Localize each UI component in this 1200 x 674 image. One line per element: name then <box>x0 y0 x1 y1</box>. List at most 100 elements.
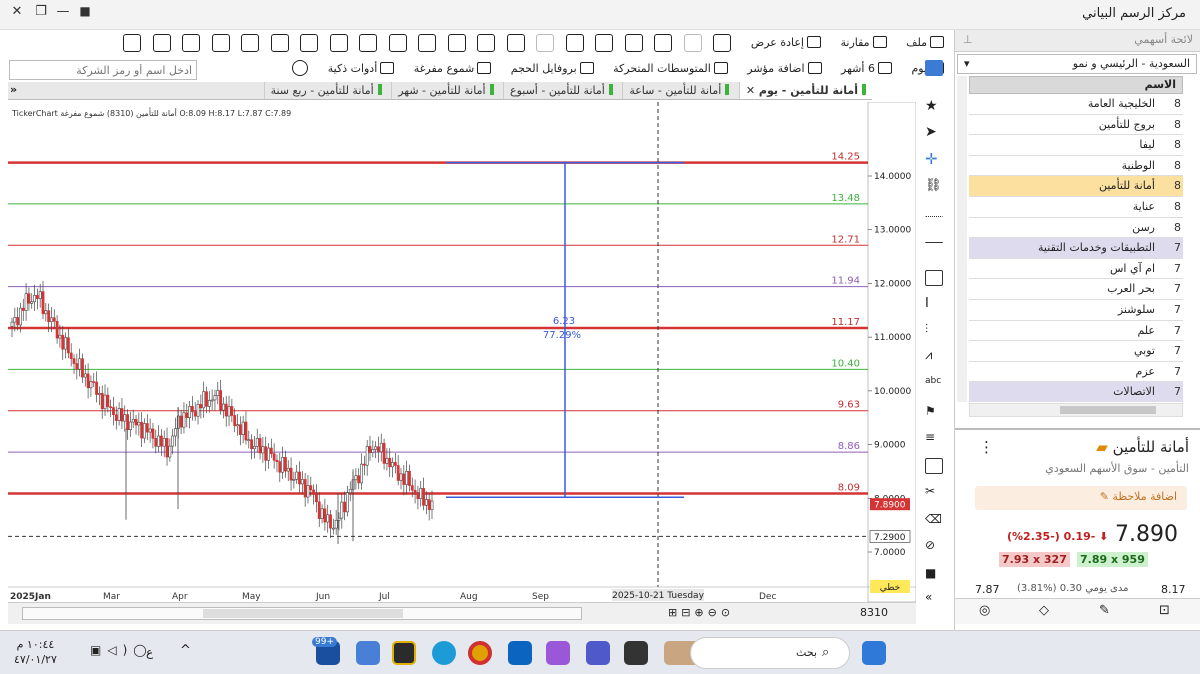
link-icon[interactable]: ⛓ <box>925 178 943 194</box>
terminal-icon[interactable] <box>624 641 648 665</box>
undo-icon[interactable] <box>683 34 702 52</box>
list-item[interactable]: 8 الوطنية <box>969 155 1183 177</box>
mail-icon[interactable] <box>447 34 466 52</box>
hand-icon[interactable] <box>595 34 614 52</box>
hollow-candles-button[interactable]: شموع مفرغة <box>410 58 496 80</box>
search-icon[interactable] <box>292 60 309 76</box>
hide-icon[interactable]: ⊘ <box>925 538 943 554</box>
candles-icon[interactable] <box>477 34 496 52</box>
refresh-icon[interactable] <box>713 34 732 52</box>
pin-icon[interactable]: ⊥ <box>963 33 973 46</box>
alert-icon[interactable]: ◇ <box>1039 603 1049 618</box>
bars-tool-icon[interactable] <box>925 458 943 474</box>
sector-row[interactable]: 7 الاتصالات <box>969 382 1183 402</box>
file-button[interactable]: ملف <box>902 32 948 54</box>
grid-icon[interactable] <box>388 34 407 52</box>
list-item[interactable]: 7 توبي <box>969 341 1183 362</box>
list-item[interactable]: 7 سلوشنز <box>969 299 1183 321</box>
lock-icon[interactable]: ■ <box>925 566 943 582</box>
system-clock[interactable]: ١٠:٤٤ م ٤٧/٠١/٢٧ <box>14 637 57 667</box>
list-item[interactable]: 7 بحر العرب <box>969 279 1183 300</box>
start-icon[interactable] <box>862 641 886 665</box>
smart-tools-button[interactable]: أدوات ذكية <box>324 58 399 80</box>
star-icon[interactable]: ★ <box>925 98 943 114</box>
abc-icon[interactable]: abc <box>925 376 943 392</box>
chevron-up-icon[interactable]: ^ <box>180 643 191 658</box>
tab-hour[interactable]: أمانة للتأمين - ساعة <box>622 82 735 99</box>
list-item[interactable]: 7 عزم <box>969 361 1183 383</box>
tab-month[interactable]: أمانة للتأمين - شهر <box>391 82 499 99</box>
market-select[interactable]: السعودية - الرئيسي و نمو ▾ <box>957 54 1197 74</box>
lines-icon[interactable]: ≡ <box>925 430 943 446</box>
list-vertical-scrollbar[interactable] <box>957 76 967 402</box>
table-icon[interactable] <box>270 34 289 52</box>
idea-icon[interactable]: ◎ <box>979 603 990 618</box>
tab-close-icon[interactable]: ✕ <box>746 84 755 97</box>
pattern-icon[interactable]: ⫶ <box>925 322 943 338</box>
chrome-icon[interactable] <box>468 641 492 665</box>
list-item[interactable]: 8 أمانة للتأمين <box>969 176 1183 197</box>
layout-icon[interactable] <box>300 34 319 52</box>
outlook-icon[interactable] <box>508 641 532 665</box>
draw-icon[interactable]: ✎ <box>1099 603 1110 618</box>
ray-icon[interactable] <box>925 242 943 244</box>
sector-row[interactable]: 7 التطبيقات وخدمات التقنية <box>969 238 1183 259</box>
flag-icon[interactable]: ▰ <box>1096 438 1108 456</box>
system-tray-icons[interactable]: ▣◁)◯ <box>90 643 153 657</box>
pencil-icon[interactable] <box>925 60 943 76</box>
symbol-search-input[interactable] <box>9 60 197 80</box>
moving-averages-button[interactable]: المتوسطات المتحركة <box>609 58 732 80</box>
screenshot-icon[interactable] <box>624 34 643 52</box>
close-window-icon[interactable]: ✕ <box>6 4 28 24</box>
reload-icon[interactable] <box>211 34 230 52</box>
flag-icon[interactable]: ⚑ <box>925 404 943 420</box>
restore-window-icon[interactable]: ❐ <box>30 4 52 24</box>
text-icon[interactable]: I <box>925 296 943 312</box>
color-icon[interactable] <box>329 34 348 52</box>
list-item[interactable]: 7 ام آي اس <box>969 258 1183 280</box>
list-horizontal-scrollbar[interactable] <box>969 403 1183 417</box>
scissors-icon[interactable]: ✂ <box>925 484 943 500</box>
chart-area[interactable]: TickerChart أمانة للتأمين (8310) شموع مف… <box>8 102 916 602</box>
eraser-icon[interactable]: ⌫ <box>925 512 943 528</box>
list-column-header[interactable]: الاسم <box>969 76 1183 94</box>
scroll-thumb[interactable] <box>203 609 403 618</box>
replay-button[interactable]: إعادة عرض <box>747 32 825 54</box>
bars-icon[interactable] <box>506 34 525 52</box>
camera-icon[interactable]: ■ <box>74 4 96 24</box>
list-item[interactable]: 8 بروج للتأمين <box>969 114 1183 136</box>
details-icon[interactable]: ⊡ <box>1159 603 1170 618</box>
list-icon[interactable] <box>241 34 260 52</box>
home-icon[interactable] <box>182 34 201 52</box>
pointer-icon[interactable] <box>418 34 437 52</box>
scroll-thumb[interactable] <box>1060 406 1156 414</box>
edge-icon[interactable] <box>432 641 456 665</box>
copilot-icon[interactable] <box>546 641 570 665</box>
tab-day[interactable]: أمانة للتأمين - يوم ✕ <box>738 82 872 99</box>
print-icon[interactable] <box>152 34 171 52</box>
tab-week[interactable]: أمانة للتأمين - أسبوع <box>503 82 619 99</box>
list-item[interactable]: 8 الخليجية العامة <box>969 94 1183 115</box>
add-indicator-button[interactable]: اضافة مؤشر <box>743 58 825 80</box>
collapse-icon[interactable]: « <box>925 590 943 606</box>
zoom-out-icon[interactable] <box>536 34 555 52</box>
teams-icon[interactable] <box>586 641 610 665</box>
tab-quarter[interactable]: أمانة للتأمين - ربع سنة <box>263 82 388 99</box>
tabs-scroll-button[interactable]: » <box>10 83 17 96</box>
formula-icon[interactable] <box>359 34 378 52</box>
list-item[interactable]: 8 ليفا <box>969 135 1183 156</box>
list-item[interactable]: 7 علم <box>969 320 1183 342</box>
image-icon[interactable] <box>654 34 673 52</box>
chart-scrollbar[interactable] <box>22 607 582 620</box>
store-icon[interactable] <box>356 641 380 665</box>
list-item[interactable]: 8 رسن <box>969 217 1183 239</box>
zigzag-icon[interactable]: ⩘ <box>925 348 943 364</box>
pen-icon[interactable] <box>123 34 142 52</box>
more-menu-icon[interactable]: ⋮ <box>979 438 994 456</box>
zoom-controls[interactable]: ⊞⊟⊕⊖⊙ <box>668 606 734 619</box>
minimize-window-icon[interactable]: — <box>52 4 74 24</box>
volume-profile-button[interactable]: بروفايل الحجم <box>507 58 598 80</box>
rectangle-icon[interactable] <box>925 270 943 286</box>
compare-button[interactable]: مقارنة <box>836 32 890 54</box>
crosshair-icon[interactable]: ✛ <box>925 150 943 168</box>
